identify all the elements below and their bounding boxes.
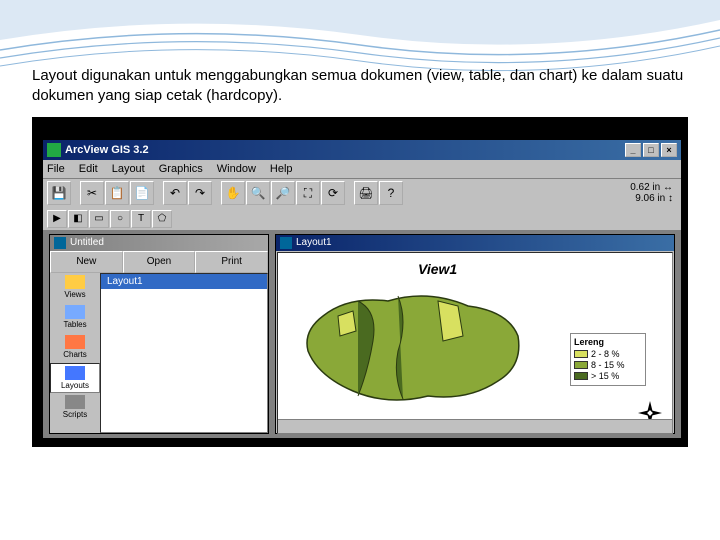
project-titlebar[interactable]: Untitled xyxy=(50,235,268,251)
circle-tool-icon[interactable]: ○ xyxy=(110,210,130,228)
app-screenshot: ArcView GIS 3.2 _ □ × File Edit Layout G… xyxy=(32,117,688,447)
menu-window[interactable]: Window xyxy=(217,163,256,175)
sidebar-item-scripts[interactable]: Scripts xyxy=(50,393,100,423)
project-sidebar: Views Tables Charts Layouts Scripts xyxy=(50,273,100,433)
view-label: View1 xyxy=(418,261,457,277)
menu-help[interactable]: Help xyxy=(270,163,293,175)
list-item[interactable]: Layout1 xyxy=(101,274,267,289)
app-titlebar[interactable]: ArcView GIS 3.2 _ □ × xyxy=(43,140,681,160)
legend-row: > 15 % xyxy=(574,371,642,381)
toolbar-main: 💾 ✂ 📋 📄 ↶ ↷ ✋ 🔍 🔎 ⛶ ⟳ 🖨 ? xyxy=(43,178,681,208)
redo-icon[interactable]: ↷ xyxy=(188,181,212,205)
sidebar-item-views[interactable]: Views xyxy=(50,273,100,303)
minimize-button[interactable]: _ xyxy=(625,143,641,157)
layout-window[interactable]: Layout1 View1 xyxy=(275,234,675,434)
legend-label: 8 - 15 % xyxy=(591,360,625,370)
project-icon xyxy=(54,237,66,249)
help-icon[interactable]: ? xyxy=(379,181,403,205)
copy-icon[interactable]: 📋 xyxy=(105,181,129,205)
maximize-button[interactable]: □ xyxy=(643,143,659,157)
slide-description: Layout digunakan untuk menggabungkan sem… xyxy=(32,66,688,107)
pan-icon[interactable]: ✋ xyxy=(221,181,245,205)
app-window: ArcView GIS 3.2 _ □ × File Edit Layout G… xyxy=(42,139,682,439)
rect-tool-icon[interactable]: ▭ xyxy=(89,210,109,228)
legend-label: > 15 % xyxy=(591,371,619,381)
workspace: Untitled New Open Print Views Tables Cha… xyxy=(43,230,681,438)
layout-title-text: Layout1 xyxy=(296,237,332,248)
coord-bottom: 9.06 in ↕ xyxy=(630,193,673,204)
menu-edit[interactable]: Edit xyxy=(79,163,98,175)
zoom-out-icon[interactable]: 🔎 xyxy=(271,181,295,205)
cut-icon[interactable]: ✂ xyxy=(80,181,104,205)
project-title-text: Untitled xyxy=(70,237,104,248)
poly-tool-icon[interactable]: ⬠ xyxy=(152,210,172,228)
layout-titlebar[interactable]: Layout1 xyxy=(276,235,674,251)
app-title-text: ArcView GIS 3.2 xyxy=(65,144,149,156)
pointer-tool-icon[interactable]: ▶ xyxy=(47,210,67,228)
print-button[interactable]: Print xyxy=(195,251,268,273)
layout-canvas[interactable]: View1 Lereng 2 - 8 xyxy=(277,252,673,434)
pixel-tool-icon[interactable]: ◧ xyxy=(68,210,88,228)
sidebar-item-charts[interactable]: Charts xyxy=(50,333,100,363)
print-icon[interactable]: 🖨 xyxy=(354,181,378,205)
project-window[interactable]: Untitled New Open Print Views Tables Cha… xyxy=(49,234,269,434)
new-button[interactable]: New xyxy=(50,251,123,273)
menu-file[interactable]: File xyxy=(47,163,65,175)
legend-swatch xyxy=(574,350,588,358)
scrollbar-horizontal[interactable] xyxy=(278,419,672,433)
menu-bar: File Edit Layout Graphics Window Help xyxy=(43,160,681,178)
sidebar-item-tables[interactable]: Tables xyxy=(50,303,100,333)
map-legend: Lereng 2 - 8 % 8 - 15 % > 15 % xyxy=(570,333,646,386)
legend-swatch xyxy=(574,372,588,380)
legend-title: Lereng xyxy=(574,337,642,347)
coord-top: 0.62 in ↔ xyxy=(630,182,673,193)
sidebar-item-layouts[interactable]: Layouts xyxy=(50,363,100,393)
toolbar-tools: ▶ ◧ ▭ ○ T ⬠ xyxy=(43,208,681,230)
paste-icon[interactable]: 📄 xyxy=(130,181,154,205)
zoom-in-icon[interactable]: 🔍 xyxy=(246,181,270,205)
open-button[interactable]: Open xyxy=(123,251,196,273)
map-graphic xyxy=(298,281,528,421)
legend-row: 2 - 8 % xyxy=(574,349,642,359)
refresh-icon[interactable]: ⟳ xyxy=(321,181,345,205)
text-tool-icon[interactable]: T xyxy=(131,210,151,228)
save-icon[interactable]: 💾 xyxy=(47,181,71,205)
legend-swatch xyxy=(574,361,588,369)
close-button[interactable]: × xyxy=(661,143,677,157)
app-icon xyxy=(47,143,61,157)
undo-icon[interactable]: ↶ xyxy=(163,181,187,205)
legend-row: 8 - 15 % xyxy=(574,360,642,370)
legend-label: 2 - 8 % xyxy=(591,349,620,359)
menu-layout[interactable]: Layout xyxy=(112,163,145,175)
menu-graphics[interactable]: Graphics xyxy=(159,163,203,175)
coordinate-readout: 0.62 in ↔ 9.06 in ↕ xyxy=(630,182,673,204)
fit-icon[interactable]: ⛶ xyxy=(296,181,320,205)
layout-icon xyxy=(280,237,292,249)
project-list[interactable]: Layout1 xyxy=(100,273,268,433)
